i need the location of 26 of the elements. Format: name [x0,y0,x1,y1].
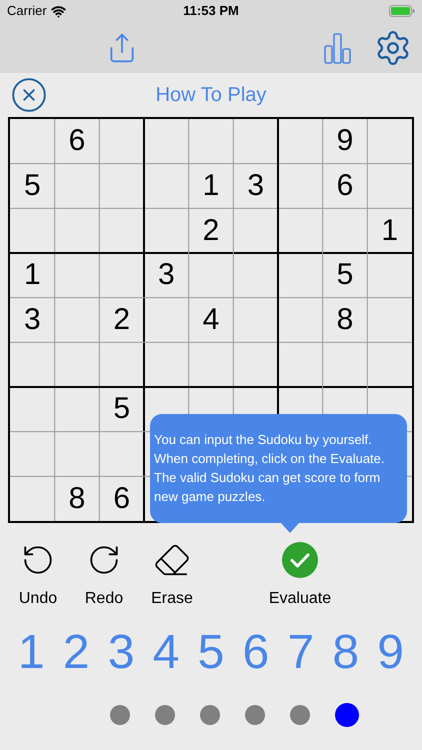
redo-button[interactable]: Redo [71,541,137,611]
status-time: 11:53 PM [183,2,239,20]
page-title: How To Play [156,83,266,108]
grid-number[interactable]: 6 [99,476,144,521]
grid-number[interactable]: 6 [322,164,368,208]
grid-number[interactable]: 1 [367,208,412,253]
grid-number[interactable]: 1 [10,253,55,298]
hint-tooltip: You can input the Sudoku by yourself. When completing, click on the Evaluate. The valid Sudoku can get score to form new game puzzles. [150,414,407,523]
undo-button[interactable]: Undo [5,541,71,611]
grid-number[interactable]: 3 [10,298,55,342]
grid-number[interactable]: 2 [99,298,144,342]
grid-number[interactable]: 3 [144,253,189,298]
grid-number[interactable]: 4 [188,298,234,342]
grid-number[interactable]: 2 [188,208,234,253]
grid-number[interactable]: 9 [322,119,368,164]
grid-number[interactable]: 8 [322,298,368,342]
grid-number[interactable]: 6 [54,119,100,164]
grid-number[interactable]: 8 [54,476,100,521]
carrier-label: Carrier [7,2,47,20]
grid-number[interactable]: 3 [233,164,278,208]
grid-number[interactable]: 1 [188,164,234,208]
grid-number[interactable]: 5 [10,164,55,208]
grid-number[interactable]: 5 [322,253,368,298]
grid-number[interactable]: 5 [99,387,144,432]
evaluate-button[interactable]: Evaluate [255,541,345,611]
erase-button[interactable]: Erase [137,541,207,611]
